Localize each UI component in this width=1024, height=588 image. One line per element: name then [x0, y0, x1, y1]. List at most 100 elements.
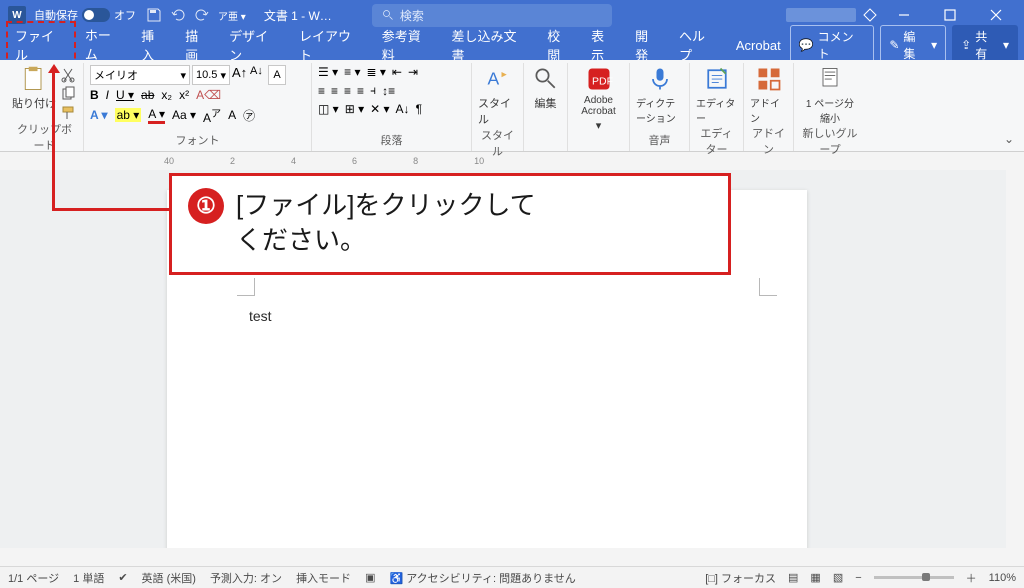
highlight-icon[interactable]: ab ▾ — [115, 108, 142, 122]
group-font: メイリオ▾ 10.5▾ A↑ A↓ A B I U ▾ ab x₂ x² A⌫ … — [84, 63, 312, 151]
undo-icon[interactable] — [170, 7, 186, 23]
group-label-voice: 音声 — [636, 132, 683, 149]
view-web-icon[interactable]: ▧ — [833, 571, 843, 584]
decrease-indent-icon[interactable]: ⇤ — [392, 65, 402, 79]
underline-button[interactable]: U ▾ — [116, 88, 134, 102]
collapse-ribbon-button[interactable]: ⌄ — [1004, 132, 1014, 146]
format-painter-icon[interactable] — [60, 105, 76, 121]
group-label-editor: エディター — [696, 125, 737, 158]
document-text[interactable]: test — [249, 308, 272, 324]
bold-button[interactable]: B — [90, 88, 99, 102]
text-effects-icon[interactable]: A ▾ — [90, 108, 108, 122]
styles-button[interactable]: A スタイル — [478, 65, 517, 127]
font-name-select[interactable]: メイリオ▾ — [90, 65, 190, 85]
numbering-icon[interactable]: ≡ ▾ — [344, 65, 360, 79]
status-macro-icon[interactable]: ▣ — [365, 571, 375, 584]
line-spacing-icon[interactable]: ↕≡ — [382, 84, 395, 98]
styles-icon: A — [484, 65, 512, 93]
vertical-scrollbar[interactable] — [1006, 170, 1024, 548]
strikethrough-button[interactable]: ab — [141, 88, 154, 102]
horizontal-scrollbar[interactable] — [0, 548, 1024, 566]
annotation-text: [ファイル]をクリックして ください。 — [236, 188, 536, 258]
group-addin: アドイン アドイン — [744, 63, 794, 151]
addin-button[interactable]: アドイン — [750, 65, 787, 125]
margin-corner-icon — [759, 278, 777, 296]
share-button[interactable]: ⇪共有▾ — [952, 25, 1018, 65]
status-mode[interactable]: 挿入モード — [296, 570, 351, 586]
font-size-select[interactable]: 10.5▾ — [192, 65, 230, 85]
circled-char-icon[interactable]: ㋐ — [243, 107, 255, 124]
margin-corner-icon — [237, 278, 255, 296]
zoom-out-button[interactable]: − — [855, 572, 861, 584]
comments-button[interactable]: 💬コメント — [790, 25, 875, 65]
view-read-icon[interactable]: ▤ — [788, 571, 798, 584]
zoom-slider[interactable] — [874, 576, 954, 579]
shrink-page-button[interactable]: 1 ページ分 縮小 — [800, 65, 860, 125]
svg-text:A: A — [487, 68, 499, 88]
comment-icon: 💬 — [799, 38, 814, 52]
increase-indent-icon[interactable]: ⇥ — [408, 65, 418, 79]
find-icon — [532, 65, 560, 93]
adobe-button[interactable]: PDF Adobe Acrobat▾ — [574, 65, 623, 132]
save-icon[interactable] — [146, 7, 162, 23]
group-shrink: 1 ページ分 縮小 新しいグループ — [794, 63, 866, 151]
addin-icon — [755, 65, 783, 93]
sort-icon[interactable]: A↓ — [396, 102, 410, 116]
group-voice: ディクテーション 音声 — [630, 63, 690, 151]
cut-icon[interactable] — [60, 67, 76, 83]
tab-acrobat[interactable]: Acrobat — [727, 33, 790, 58]
user-account[interactable] — [786, 8, 856, 22]
borders-icon[interactable]: ⊞ ▾ — [345, 102, 364, 116]
status-accessibility[interactable]: ♿ アクセシビリティ: 問題ありません — [389, 570, 575, 586]
zoom-in-button[interactable]: ＋ — [966, 570, 977, 586]
align-right-icon[interactable]: ≡ — [344, 84, 351, 98]
group-styles: A スタイル スタイル — [472, 63, 524, 151]
status-language[interactable]: 英語 (米国) — [142, 570, 196, 586]
redo-icon[interactable] — [194, 7, 210, 23]
align-left-icon[interactable]: ≡ — [318, 84, 325, 98]
group-editing: 編集 — [524, 63, 568, 151]
multilevel-icon[interactable]: ≣ ▾ — [366, 65, 385, 79]
pdf-icon: PDF — [585, 65, 613, 93]
bullets-icon[interactable]: ☰ ▾ — [318, 65, 338, 79]
enclose-char-icon[interactable]: A — [228, 108, 236, 122]
change-case-icon[interactable]: Aa ▾ — [172, 108, 196, 122]
annotation-leader — [52, 72, 55, 210]
zoom-level[interactable]: 110% — [989, 572, 1016, 584]
show-marks-icon[interactable]: ¶ — [416, 102, 422, 116]
subscript-button[interactable]: x₂ — [161, 88, 172, 102]
grow-font-icon[interactable]: A↑ — [232, 65, 248, 81]
phonetic-guide-icon[interactable]: Aア — [203, 105, 221, 125]
character-border-icon[interactable]: A — [268, 65, 286, 85]
shrink-font-icon[interactable]: A↓ — [250, 65, 266, 81]
font-color-icon[interactable]: A ▾ — [148, 107, 165, 124]
editing-button[interactable]: 編集 — [530, 65, 561, 111]
status-predict[interactable]: 予測入力: オン — [210, 570, 282, 586]
mic-icon — [646, 65, 674, 93]
text-direction-icon[interactable]: ✕ ▾ — [370, 102, 389, 116]
status-bar: 1/1 ページ 1 単語 ✔ 英語 (米国) 予測入力: オン 挿入モード ▣ … — [0, 566, 1024, 588]
status-words[interactable]: 1 単語 — [73, 570, 104, 586]
status-proof-icon[interactable]: ✔ — [118, 571, 127, 584]
dictation-button[interactable]: ディクテーション — [636, 65, 683, 125]
align-center-icon[interactable]: ≡ — [331, 84, 338, 98]
toggle-switch-icon[interactable] — [82, 8, 110, 22]
editing-mode-button[interactable]: ✎編集▾ — [880, 25, 946, 65]
ribbon-tabs: ファイル ホーム 挿入 描画 デザイン レイアウト 参考資料 差し込み文書 校閲… — [0, 30, 1024, 60]
search-icon — [382, 9, 394, 21]
italic-button[interactable]: I — [106, 88, 109, 102]
distribute-icon[interactable]: ⫞ — [370, 83, 376, 98]
copy-icon[interactable] — [60, 86, 76, 102]
clear-format-icon[interactable]: A⌫ — [196, 88, 221, 102]
group-label-paragraph: 段落 — [318, 132, 465, 149]
status-page[interactable]: 1/1 ページ — [8, 570, 59, 586]
diamond-icon[interactable] — [862, 7, 878, 23]
view-print-icon[interactable]: ▦ — [810, 571, 820, 584]
shading-icon[interactable]: ◫ ▾ — [318, 102, 339, 116]
focus-mode-button[interactable]: [□] フォーカス — [705, 570, 776, 586]
superscript-button[interactable]: x² — [179, 88, 189, 102]
editor-button[interactable]: エディター — [696, 65, 737, 125]
group-clipboard: 貼り付け クリップボード — [6, 63, 84, 151]
justify-icon[interactable]: ≡ — [357, 84, 364, 98]
group-label-styles: スタイル — [478, 127, 517, 160]
